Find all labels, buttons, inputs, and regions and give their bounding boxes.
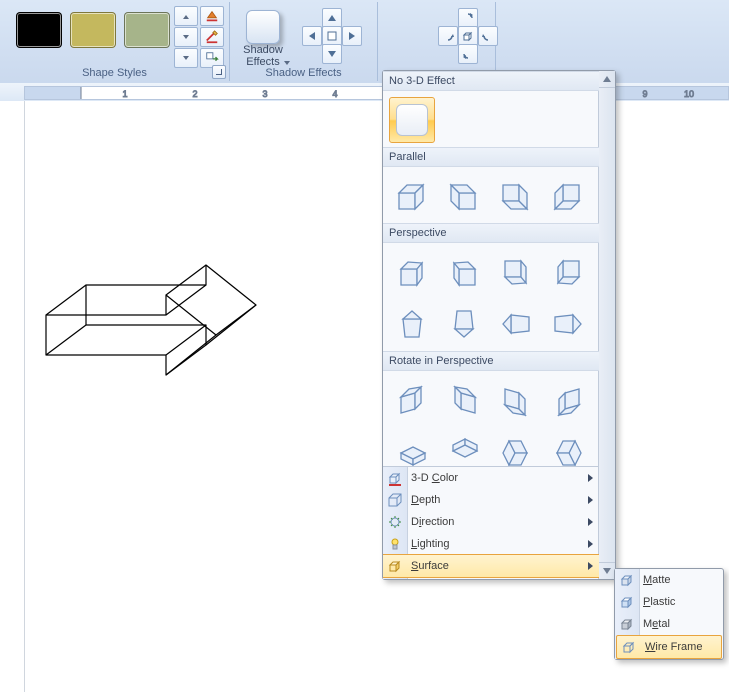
shadow-nudge-up[interactable]	[322, 8, 342, 28]
surface-matte[interactable]: Matte	[615, 569, 723, 591]
shape-outline-button[interactable]	[200, 27, 224, 47]
svg-text:3: 3	[262, 89, 267, 99]
3d-effects-dropdown: No 3-D Effect Parallel Perspective Rotat…	[382, 70, 616, 580]
section-perspective: Perspective	[383, 223, 599, 243]
group-label-shape-styles: Shape Styles	[0, 66, 229, 81]
menu-surface-label: Surface	[411, 560, 449, 572]
section-parallel: Parallel	[383, 147, 599, 167]
shadow-nudge-left[interactable]	[302, 26, 322, 46]
perspective-item-8[interactable]	[545, 301, 591, 347]
menu-direction-label: Direction	[411, 516, 454, 528]
direction-icon	[387, 514, 403, 530]
group-label-shadow-effects: Shadow Effects	[230, 66, 377, 81]
chevron-right-icon	[588, 496, 593, 504]
group-shape-styles: Shape Styles	[0, 2, 230, 81]
horizontal-ruler: 1 2 3 4 5 6 9 10	[0, 83, 729, 102]
rotate-item-8[interactable]	[545, 429, 591, 467]
rotate-item-5[interactable]	[389, 429, 435, 467]
surface-matte-label: Matte	[643, 574, 671, 586]
surface-metal[interactable]: Metal	[615, 613, 723, 635]
svg-text:9: 9	[642, 89, 647, 99]
plastic-icon	[619, 594, 635, 610]
rotate-item-3[interactable]	[493, 377, 539, 423]
chevron-right-icon	[588, 540, 593, 548]
shape-styles-dialog-launcher[interactable]	[212, 65, 226, 79]
shadow-toggle[interactable]	[322, 26, 342, 46]
svg-text:1: 1	[122, 89, 127, 99]
surface-wire-frame[interactable]: Wire Frame	[616, 635, 722, 659]
perspective-item-3[interactable]	[493, 249, 539, 295]
chevron-right-icon	[588, 474, 593, 482]
menu-3d-color-label: 3-D Color	[411, 472, 458, 484]
group-shadow-effects: Shadow Effects Shadow Effects	[230, 2, 378, 81]
gallery-perspective	[383, 243, 599, 351]
style-gallery-more[interactable]	[174, 48, 198, 68]
menu-depth[interactable]: Depth	[383, 489, 599, 511]
shadow-nudge-down[interactable]	[322, 44, 342, 64]
lighting-icon	[387, 536, 403, 552]
svg-text:10: 10	[684, 89, 694, 99]
tilt-up[interactable]	[458, 8, 478, 28]
style-gallery-row-down[interactable]	[174, 27, 198, 47]
chevron-right-icon	[588, 562, 593, 570]
tilt-down[interactable]	[458, 44, 478, 64]
rotate-item-6[interactable]	[441, 429, 487, 467]
tilt-toggle[interactable]	[458, 26, 478, 46]
gallery-parallel	[383, 167, 599, 223]
surface-plastic[interactable]: Plastic	[615, 591, 723, 613]
style-gallery-row-up[interactable]	[174, 6, 198, 26]
perspective-item-2[interactable]	[441, 249, 487, 295]
perspective-item-5[interactable]	[389, 301, 435, 347]
gallery-rotate	[383, 371, 599, 467]
menu-direction[interactable]: Direction	[383, 511, 599, 533]
menu-3d-color[interactable]: 3-D Color	[383, 467, 599, 489]
shape-style-swatch-black[interactable]	[16, 12, 62, 48]
shape-style-swatch-olive[interactable]	[70, 12, 116, 48]
rotate-item-2[interactable]	[441, 377, 487, 423]
surface-plastic-label: Plastic	[643, 596, 675, 608]
surface-wire-frame-label: Wire Frame	[645, 641, 702, 653]
shape-style-swatch-sage[interactable]	[124, 12, 170, 48]
surface-submenu: Matte Plastic Metal Wire Frame	[614, 568, 724, 660]
perspective-item-6[interactable]	[441, 301, 487, 347]
metal-icon	[619, 616, 635, 632]
menu-depth-label: Depth	[411, 494, 440, 506]
matte-icon	[619, 572, 635, 588]
parallel-item-2[interactable]	[441, 173, 487, 219]
parallel-item-1[interactable]	[389, 173, 435, 219]
chevron-right-icon	[588, 518, 593, 526]
no-3d-effect-item[interactable]	[389, 97, 435, 143]
parallel-item-4[interactable]	[545, 173, 591, 219]
svg-text:2: 2	[192, 89, 197, 99]
page-left-edge	[24, 101, 25, 692]
svg-text:4: 4	[332, 89, 337, 99]
surface-icon	[387, 558, 403, 574]
dropdown-scrollbar[interactable]	[598, 71, 615, 579]
surface-metal-label: Metal	[643, 618, 670, 630]
tilt-right[interactable]	[478, 26, 498, 46]
section-no-3d: No 3-D Effect	[383, 71, 599, 91]
shape-fill-button[interactable]	[200, 6, 224, 26]
rotate-item-4[interactable]	[545, 377, 591, 423]
perspective-item-7[interactable]	[493, 301, 539, 347]
menu-lighting-label: Lighting	[411, 538, 450, 550]
rotate-item-1[interactable]	[389, 377, 435, 423]
perspective-item-4[interactable]	[545, 249, 591, 295]
tilt-left[interactable]	[438, 26, 458, 46]
section-rotate: Rotate in Perspective	[383, 351, 599, 371]
shadow-effects-button[interactable]: Shadow Effects	[234, 5, 292, 67]
menu-lighting[interactable]: Lighting	[383, 533, 599, 555]
depth-icon	[387, 492, 403, 508]
menu-surface[interactable]: Surface	[383, 554, 599, 578]
ribbon: Shape Styles Shadow Effects Shadow Effec…	[0, 0, 729, 84]
rotate-item-7[interactable]	[493, 429, 539, 467]
wire-frame-icon	[621, 639, 637, 655]
shadow-nudge-right[interactable]	[342, 26, 362, 46]
perspective-item-1[interactable]	[389, 249, 435, 295]
3d-color-icon	[387, 470, 403, 486]
parallel-item-3[interactable]	[493, 173, 539, 219]
wireframe-arrow-shape[interactable]	[36, 225, 266, 385]
